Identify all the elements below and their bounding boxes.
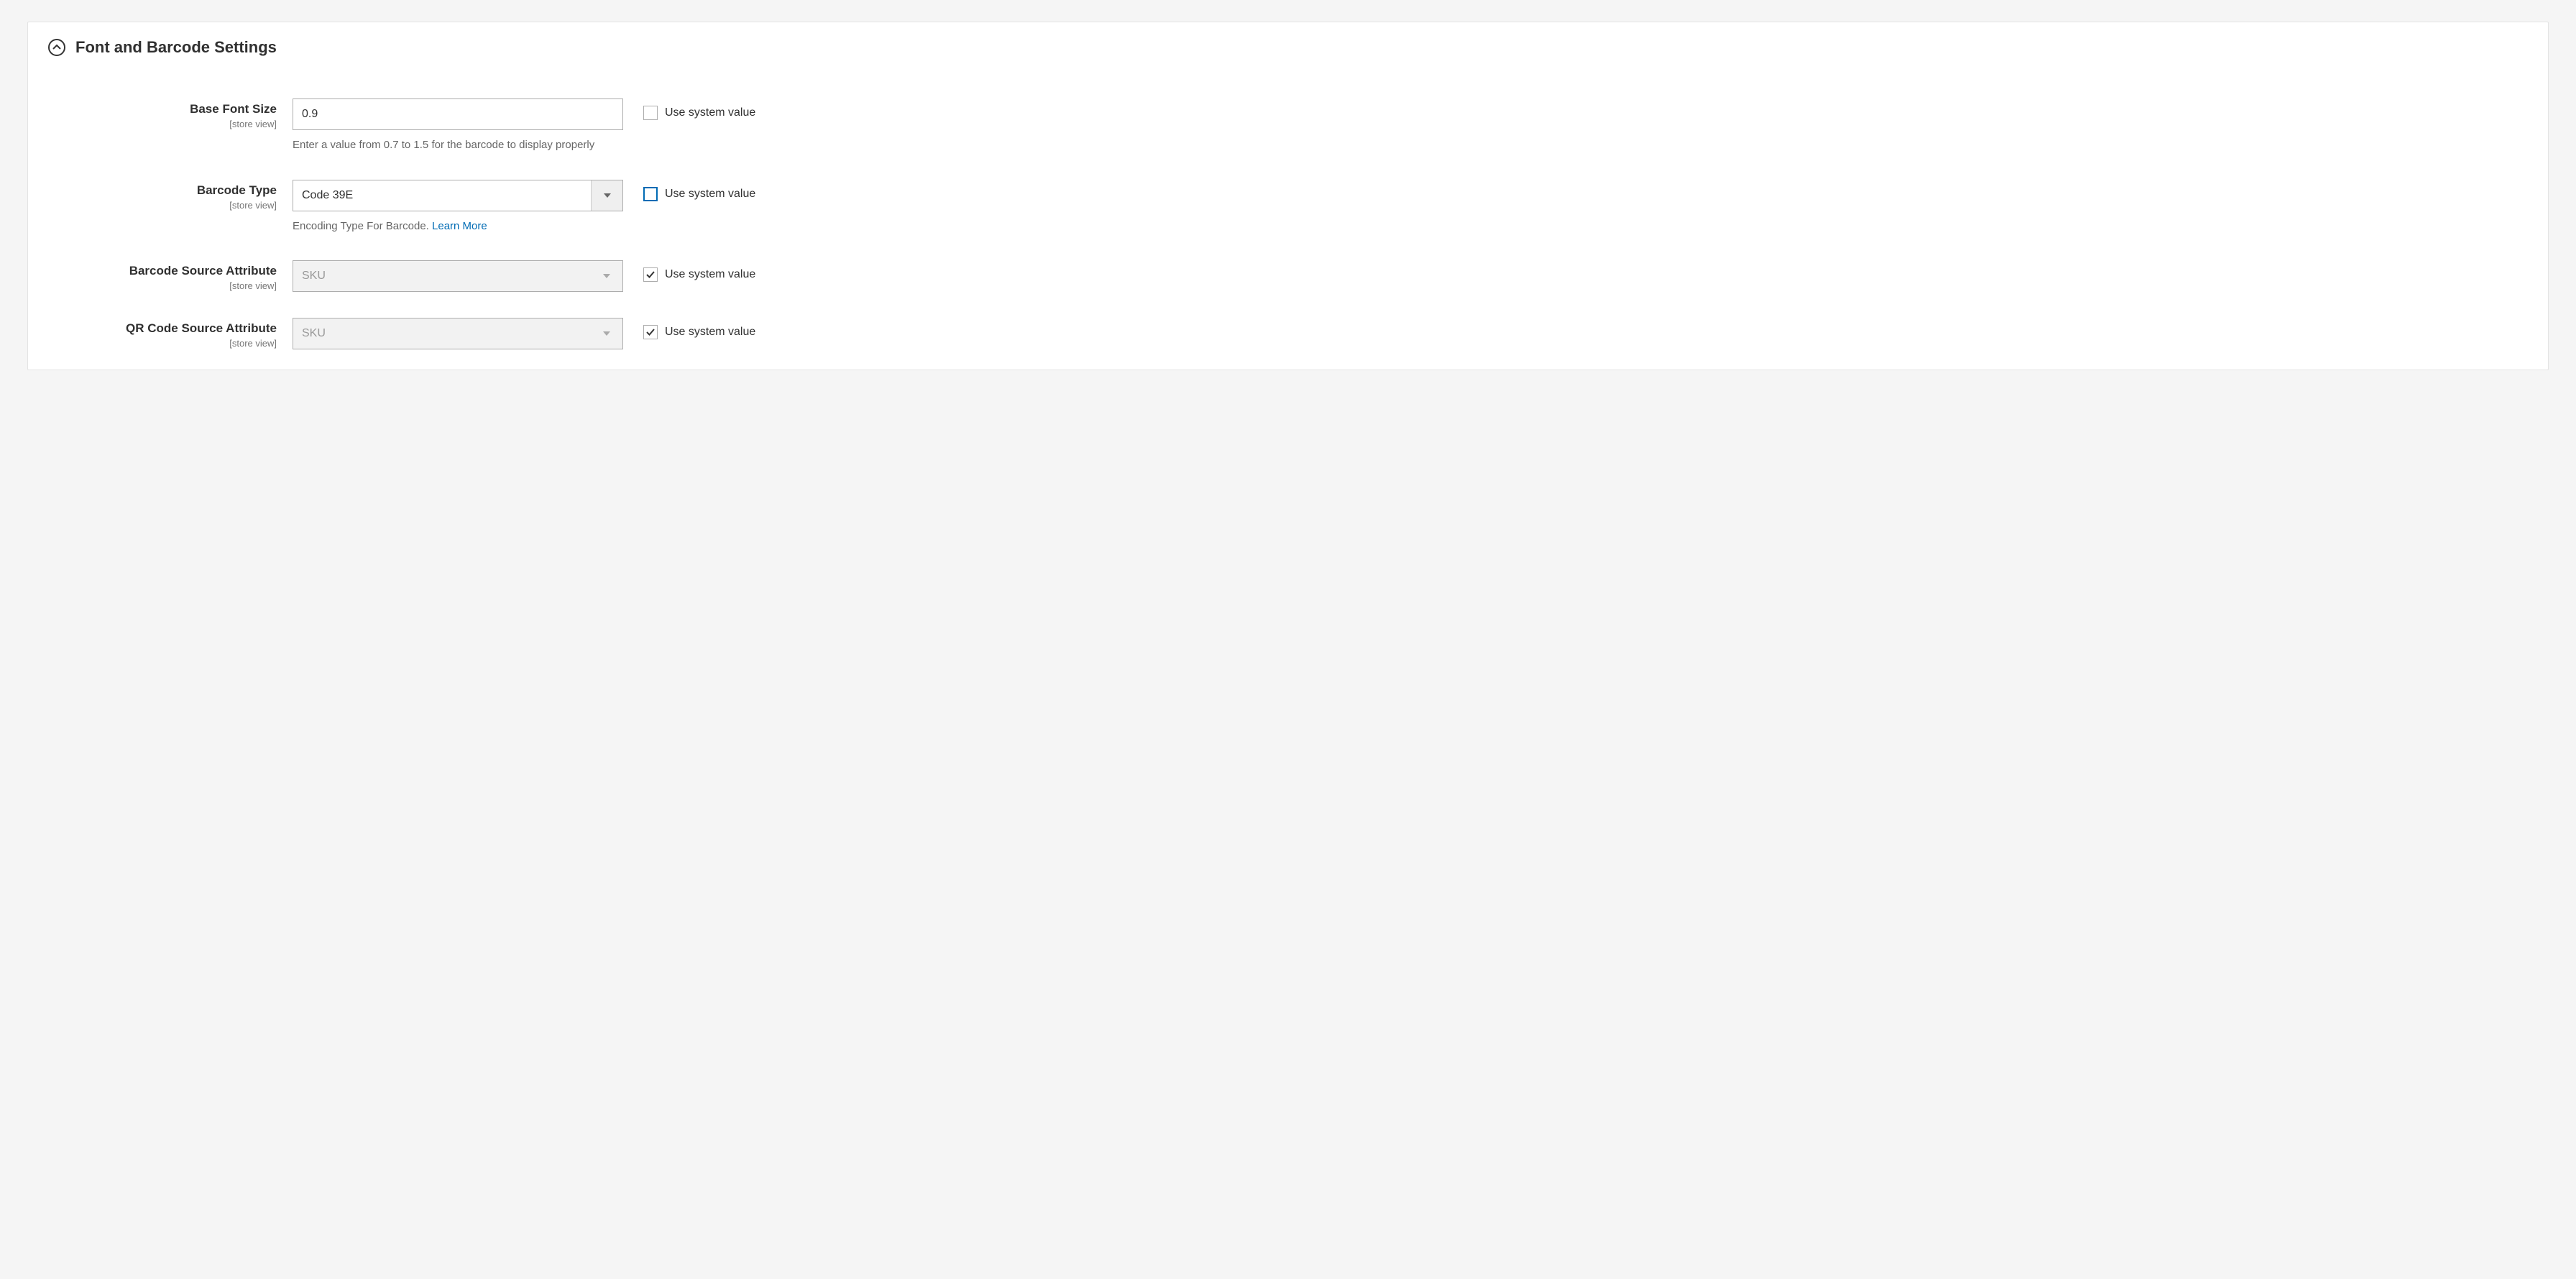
field-qr-source: QR Code Source Attribute [store view] SK… bbox=[48, 318, 2528, 349]
control-col: SKU bbox=[293, 260, 623, 292]
qr-source-select: SKU bbox=[293, 318, 623, 349]
fields-container: Base Font Size [store view] Enter a valu… bbox=[28, 64, 2548, 349]
field-label: QR Code Source Attribute bbox=[48, 321, 277, 336]
control-col: SKU bbox=[293, 318, 623, 349]
select-value: SKU bbox=[293, 270, 591, 283]
use-system-label: Use system value bbox=[665, 188, 755, 201]
use-system-checkbox[interactable] bbox=[643, 325, 658, 339]
chevron-down-icon bbox=[591, 261, 622, 291]
label-col: Barcode Source Attribute [store view] bbox=[48, 260, 293, 291]
section-header[interactable]: Font and Barcode Settings bbox=[28, 22, 2548, 64]
field-hint: Encoding Type For Barcode. Learn More bbox=[293, 219, 623, 235]
field-scope: [store view] bbox=[48, 119, 277, 129]
settings-panel: Font and Barcode Settings Base Font Size… bbox=[27, 22, 2549, 370]
base-font-size-input[interactable] bbox=[293, 98, 623, 130]
control-col: Code 39E Encoding Type For Barcode. Lear… bbox=[293, 180, 623, 235]
use-system-checkbox[interactable] bbox=[643, 267, 658, 282]
use-system-label: Use system value bbox=[665, 326, 755, 339]
select-value: Code 39E bbox=[293, 189, 591, 202]
control-col: Enter a value from 0.7 to 1.5 for the ba… bbox=[293, 98, 623, 154]
use-system-checkbox[interactable] bbox=[643, 187, 658, 201]
hint-text: Encoding Type For Barcode. bbox=[293, 220, 432, 232]
label-col: Barcode Type [store view] bbox=[48, 180, 293, 211]
barcode-source-select: SKU bbox=[293, 260, 623, 292]
field-barcode-type: Barcode Type [store view] Code 39E Encod… bbox=[48, 180, 2528, 235]
field-scope: [store view] bbox=[48, 200, 277, 211]
use-system-checkbox[interactable] bbox=[643, 106, 658, 120]
field-hint: Enter a value from 0.7 to 1.5 for the ba… bbox=[293, 137, 623, 154]
chevron-down-icon bbox=[591, 180, 622, 211]
field-base-font-size: Base Font Size [store view] Enter a valu… bbox=[48, 98, 2528, 154]
use-system-label: Use system value bbox=[665, 106, 755, 119]
select-value: SKU bbox=[293, 327, 591, 340]
field-scope: [store view] bbox=[48, 280, 277, 291]
label-col: Base Font Size [store view] bbox=[48, 98, 293, 129]
learn-more-link[interactable]: Learn More bbox=[432, 220, 487, 232]
system-col: Use system value bbox=[623, 180, 755, 201]
field-label: Barcode Type bbox=[48, 183, 277, 198]
system-col: Use system value bbox=[623, 318, 755, 339]
barcode-type-select[interactable]: Code 39E bbox=[293, 180, 623, 211]
field-label: Base Font Size bbox=[48, 101, 277, 117]
system-col: Use system value bbox=[623, 260, 755, 282]
label-col: QR Code Source Attribute [store view] bbox=[48, 318, 293, 349]
use-system-label: Use system value bbox=[665, 268, 755, 281]
collapse-icon bbox=[48, 39, 65, 56]
field-barcode-source: Barcode Source Attribute [store view] SK… bbox=[48, 260, 2528, 292]
section-title: Font and Barcode Settings bbox=[75, 38, 277, 57]
field-label: Barcode Source Attribute bbox=[48, 263, 277, 279]
field-scope: [store view] bbox=[48, 338, 277, 349]
system-col: Use system value bbox=[623, 98, 755, 120]
chevron-down-icon bbox=[591, 318, 622, 349]
